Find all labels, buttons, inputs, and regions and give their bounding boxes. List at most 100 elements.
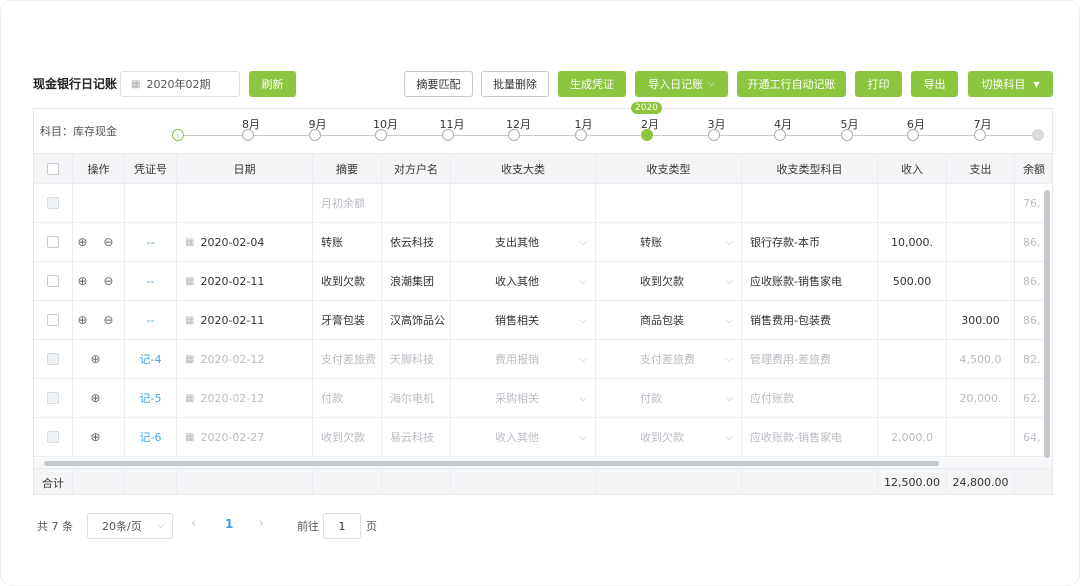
table-row[interactable]: ⊕ ⊖ -- ▦ 2020-02-11 收到欠款 浪潮集团 收入其他 ⌵ 收到欠款 ⌵ 应收账款-销… (34, 262, 1052, 301)
timeline-node-active[interactable] (641, 129, 653, 141)
chevron-down-icon[interactable]: ⌵ (579, 315, 587, 326)
cell-type[interactable]: 收到欠款 ⌵ (596, 262, 742, 300)
timeline-node[interactable] (308, 129, 321, 141)
chevron-down-icon[interactable]: ⌵ (579, 432, 587, 443)
cell-major[interactable]: 费用报销 ⌵ (451, 340, 596, 378)
row-actions-icon[interactable]: ⊕ (90, 352, 106, 366)
vertical-scrollbar[interactable] (1044, 190, 1050, 458)
cell-summary[interactable]: 转账 (313, 223, 382, 261)
date-value[interactable]: 2020-02-12 (200, 353, 264, 366)
period-picker[interactable]: ▦ 2020年02期 (120, 71, 240, 97)
cell-party[interactable]: 依云科技 (382, 223, 451, 261)
row-checkbox[interactable] (47, 392, 59, 404)
icbc-auto-button[interactable]: 开通工行自动记账 (737, 71, 846, 97)
scrollbar-thumb[interactable] (44, 461, 939, 466)
timeline-node[interactable] (707, 129, 720, 141)
cell-party[interactable]: 海尔电机 (382, 379, 451, 417)
timeline-prev-icon[interactable]: ‹ (172, 129, 184, 141)
cell-subject[interactable]: 银行存款-本币 (742, 223, 878, 261)
row-checkbox[interactable] (47, 353, 59, 365)
timeline-node[interactable] (508, 129, 520, 141)
voucher-link[interactable]: 记-5 (140, 390, 162, 406)
cell-subject[interactable]: 应收账款-销售家电 (742, 262, 878, 300)
cell-party[interactable]: 浪潮集团 (382, 262, 451, 300)
match-summary-button[interactable]: 摘要匹配 (404, 71, 473, 97)
cell-summary[interactable]: 付款 (313, 379, 382, 417)
cell-summary[interactable]: 月初余额 (313, 184, 382, 222)
cell-party[interactable]: 易云科技 (382, 418, 451, 456)
row-checkbox[interactable] (47, 236, 59, 248)
timeline-node[interactable] (242, 129, 254, 141)
timeline-node[interactable] (973, 129, 986, 141)
goto-page-input[interactable]: 1 (323, 513, 361, 539)
timeline-node[interactable] (774, 129, 786, 141)
row-checkbox[interactable] (47, 431, 59, 443)
chevron-down-icon[interactable]: ⌵ (725, 354, 733, 365)
cell-major[interactable]: 销售相关 ⌵ (451, 301, 596, 339)
next-page-icon[interactable]: › (259, 516, 264, 530)
chevron-down-icon[interactable]: ⌵ (579, 276, 587, 287)
timeline-node[interactable] (574, 129, 587, 141)
cell-type[interactable]: 收到欠款 ⌵ (596, 418, 742, 456)
cell-party[interactable] (382, 184, 451, 222)
cell-summary[interactable]: 收到欠款 (313, 418, 382, 456)
cell-type[interactable]: 转账 ⌵ (596, 223, 742, 261)
cell-subject[interactable]: 销售费用-包装费 (742, 301, 878, 339)
cell-type[interactable]: 付款 ⌵ (596, 379, 742, 417)
cell-major[interactable]: 收入其他 ⌵ (451, 262, 596, 300)
refresh-button[interactable]: 刷新 (249, 71, 296, 97)
prev-page-icon[interactable]: ‹ (191, 516, 196, 530)
chevron-down-icon[interactable]: ⌵ (725, 432, 733, 443)
timeline-node[interactable] (907, 129, 919, 141)
cell-type[interactable] (596, 184, 742, 222)
chevron-down-icon[interactable]: ⌵ (725, 393, 733, 404)
table-row[interactable]: ⊕ ⊖ -- ▦ 2020-02-11 牙膏包装 汉高饰品公 销售相关 ⌵ 商品包装 ⌵ 销售费用-… (34, 301, 1052, 340)
date-value[interactable]: 2020-02-11 (200, 314, 264, 327)
horizontal-scrollbar[interactable] (34, 458, 1052, 468)
cell-subject[interactable]: 应收账款-销售家电 (742, 418, 878, 456)
generate-voucher-button[interactable]: 生成凭证 (558, 71, 626, 97)
cell-major[interactable]: 采购相关 ⌵ (451, 379, 596, 417)
row-actions-icon[interactable]: ⊕ ⊖ (78, 274, 120, 288)
row-actions-icon[interactable]: ⊕ (90, 391, 106, 405)
cell-subject[interactable]: 管理费用-差旅费 (742, 340, 878, 378)
row-actions-icon[interactable]: ⊕ ⊖ (78, 235, 120, 249)
chevron-down-icon[interactable]: ⌵ (725, 237, 733, 248)
timeline-node[interactable] (840, 129, 853, 141)
table-row[interactable]: ⊕ 记-6 ▦ 2020-02-27 收到欠款 易云科技 收入其他 ⌵ 收到欠款 ⌵ 应收账款-销售… (34, 418, 1052, 457)
cell-party[interactable]: 天脚科技 (382, 340, 451, 378)
date-value[interactable]: 2020-02-12 (200, 392, 264, 405)
table-row[interactable]: ⊕ ⊖ -- ▦ 2020-02-04 转账 依云科技 支出其他 ⌵ 转账 ⌵ 银行存款-本币 10,… (34, 223, 1052, 262)
row-checkbox[interactable] (47, 197, 59, 209)
row-actions-icon[interactable]: ⊕ (90, 430, 106, 444)
current-page[interactable]: 1 (225, 517, 233, 531)
cell-party[interactable]: 汉高饰品公 (382, 301, 451, 339)
cell-subject[interactable] (742, 184, 878, 222)
page-size-select[interactable]: 20条/页 ⌵ (87, 513, 173, 539)
row-checkbox[interactable] (47, 314, 59, 326)
timeline-next-icon[interactable]: › (1032, 129, 1044, 141)
table-row[interactable]: 月初余额 76, (34, 184, 1052, 223)
cell-type[interactable]: 商品包装 ⌵ (596, 301, 742, 339)
table-row[interactable]: ⊕ 记-4 ▦ 2020-02-12 支付差旅费 天脚科技 费用报销 ⌵ 支付差旅费 ⌵ 管理费用-… (34, 340, 1052, 379)
date-value[interactable]: 2020-02-04 (200, 236, 264, 249)
voucher-link[interactable]: 记-4 (140, 351, 162, 367)
cell-major[interactable] (451, 184, 596, 222)
row-checkbox[interactable] (47, 275, 59, 287)
chevron-down-icon[interactable]: ⌵ (725, 276, 733, 287)
cell-summary[interactable]: 支付差旅费 (313, 340, 382, 378)
voucher-link[interactable]: 记-6 (140, 429, 162, 445)
chevron-down-icon[interactable]: ⌵ (579, 354, 587, 365)
cell-summary[interactable]: 收到欠款 (313, 262, 382, 300)
cell-major[interactable]: 支出其他 ⌵ (451, 223, 596, 261)
import-journal-button[interactable]: 导入日记账 ⌵ (635, 71, 728, 97)
cell-type[interactable]: 支付差旅费 ⌵ (596, 340, 742, 378)
select-all-checkbox[interactable] (47, 162, 59, 175)
cell-summary[interactable]: 牙膏包装 (313, 301, 382, 339)
cell-subject[interactable]: 应付账款 (742, 379, 878, 417)
print-button[interactable]: 打印 (855, 71, 902, 97)
cell-major[interactable]: 收入其他 ⌵ (451, 418, 596, 456)
table-row[interactable]: ⊕ 记-5 ▦ 2020-02-12 付款 海尔电机 采购相关 ⌵ 付款 ⌵ 应付账款 20,000.… (34, 379, 1052, 418)
date-value[interactable]: 2020-02-11 (200, 275, 264, 288)
switch-subject-button[interactable]: 切换科目 ▼ (968, 71, 1053, 97)
